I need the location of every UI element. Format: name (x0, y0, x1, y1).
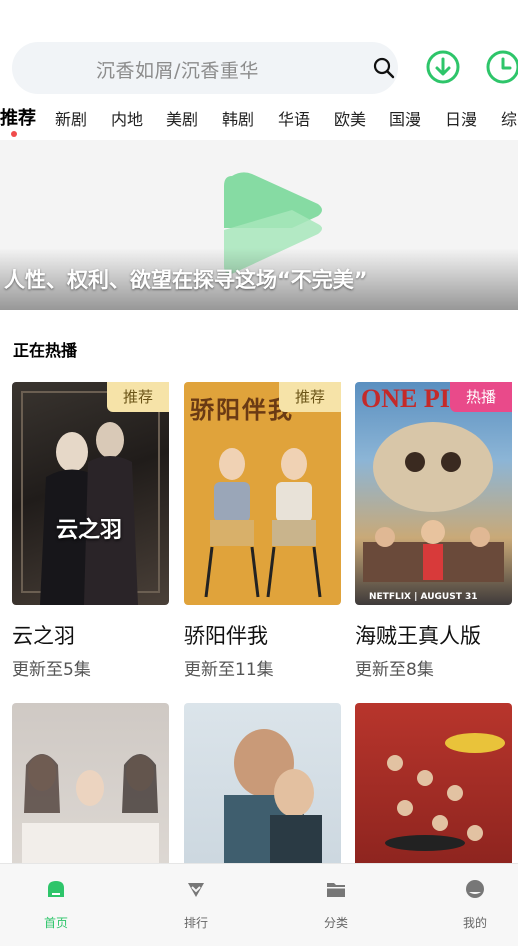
nav-rank[interactable]: 排行 (166, 878, 226, 931)
tab-variety[interactable]: 综 (501, 106, 517, 130)
clock-icon (486, 50, 518, 84)
active-tab-indicator (11, 131, 17, 137)
nav-home[interactable]: 首页 (26, 878, 86, 931)
poster-art (21, 391, 160, 605)
card-title: 骄阳伴我 (184, 624, 268, 648)
search-input[interactable]: 沉香如屑/沉香重华 (96, 56, 259, 83)
card-update-status: 更新至5集 (12, 660, 91, 680)
nav-home-label: 首页 (43, 916, 68, 930)
tab-mainland[interactable]: 内地 (111, 106, 143, 130)
poster-image: 云之羽 (12, 382, 169, 605)
category-tabs: 推荐 新剧 内地 美剧 韩剧 华语 欧美 国漫 日漫 综 (0, 104, 518, 136)
recommend-badge: 推荐 (279, 382, 341, 412)
hot-badge: 热播 (450, 382, 512, 412)
nav-category-label: 分类 (323, 916, 348, 930)
poster-title: 云之羽 (56, 518, 123, 543)
poster-image: ONE PIECE NETFLIX | AUGUST 31 (355, 382, 512, 605)
poster-art (363, 422, 504, 582)
ranking-icon (188, 883, 204, 897)
profile-icon (466, 880, 484, 898)
card-title: 海贼王真人版 (355, 624, 481, 648)
recommend-badge: 推荐 (107, 382, 169, 412)
poster-footer: NETFLIX | AUGUST 31 (369, 592, 478, 602)
tab-recommend[interactable]: 推荐 (0, 104, 36, 130)
card-update-status: 更新至11集 (184, 660, 274, 680)
banner-caption: 人性、权利、欲望在探寻这场“不完美” (4, 268, 368, 292)
download-button[interactable] (425, 49, 461, 85)
tab-western[interactable]: 欧美 (334, 106, 366, 130)
nav-mine[interactable]: 我的 (445, 878, 505, 931)
home-icon (48, 881, 64, 897)
search-icon[interactable] (372, 56, 396, 80)
bottom-nav: 首页 排行 分类 我的 (0, 863, 518, 946)
nav-mine-label: 我的 (462, 916, 487, 930)
banner[interactable]: 人性、权利、欲望在探寻这场“不完美” (0, 140, 518, 310)
tab-us[interactable]: 美剧 (166, 106, 198, 130)
tab-chinese[interactable]: 华语 (278, 106, 310, 130)
tab-new[interactable]: 新剧 (55, 106, 87, 130)
history-button[interactable] (485, 49, 518, 85)
nav-rank-label: 排行 (183, 916, 208, 930)
card-title: 云之羽 (12, 624, 75, 648)
nav-category[interactable]: 分类 (306, 878, 366, 931)
download-icon (426, 50, 460, 84)
tab-korean[interactable]: 韩剧 (222, 106, 254, 130)
card-update-status: 更新至8集 (355, 660, 434, 680)
folder-icon (327, 883, 345, 897)
tab-guoman[interactable]: 国漫 (389, 106, 421, 130)
tab-anime[interactable]: 日漫 (445, 106, 477, 130)
search-bar[interactable]: 沉香如屑/沉香重华 (12, 42, 398, 94)
section-title: 正在热播 (13, 341, 78, 360)
poster-image: 骄阳伴我 (184, 382, 341, 605)
